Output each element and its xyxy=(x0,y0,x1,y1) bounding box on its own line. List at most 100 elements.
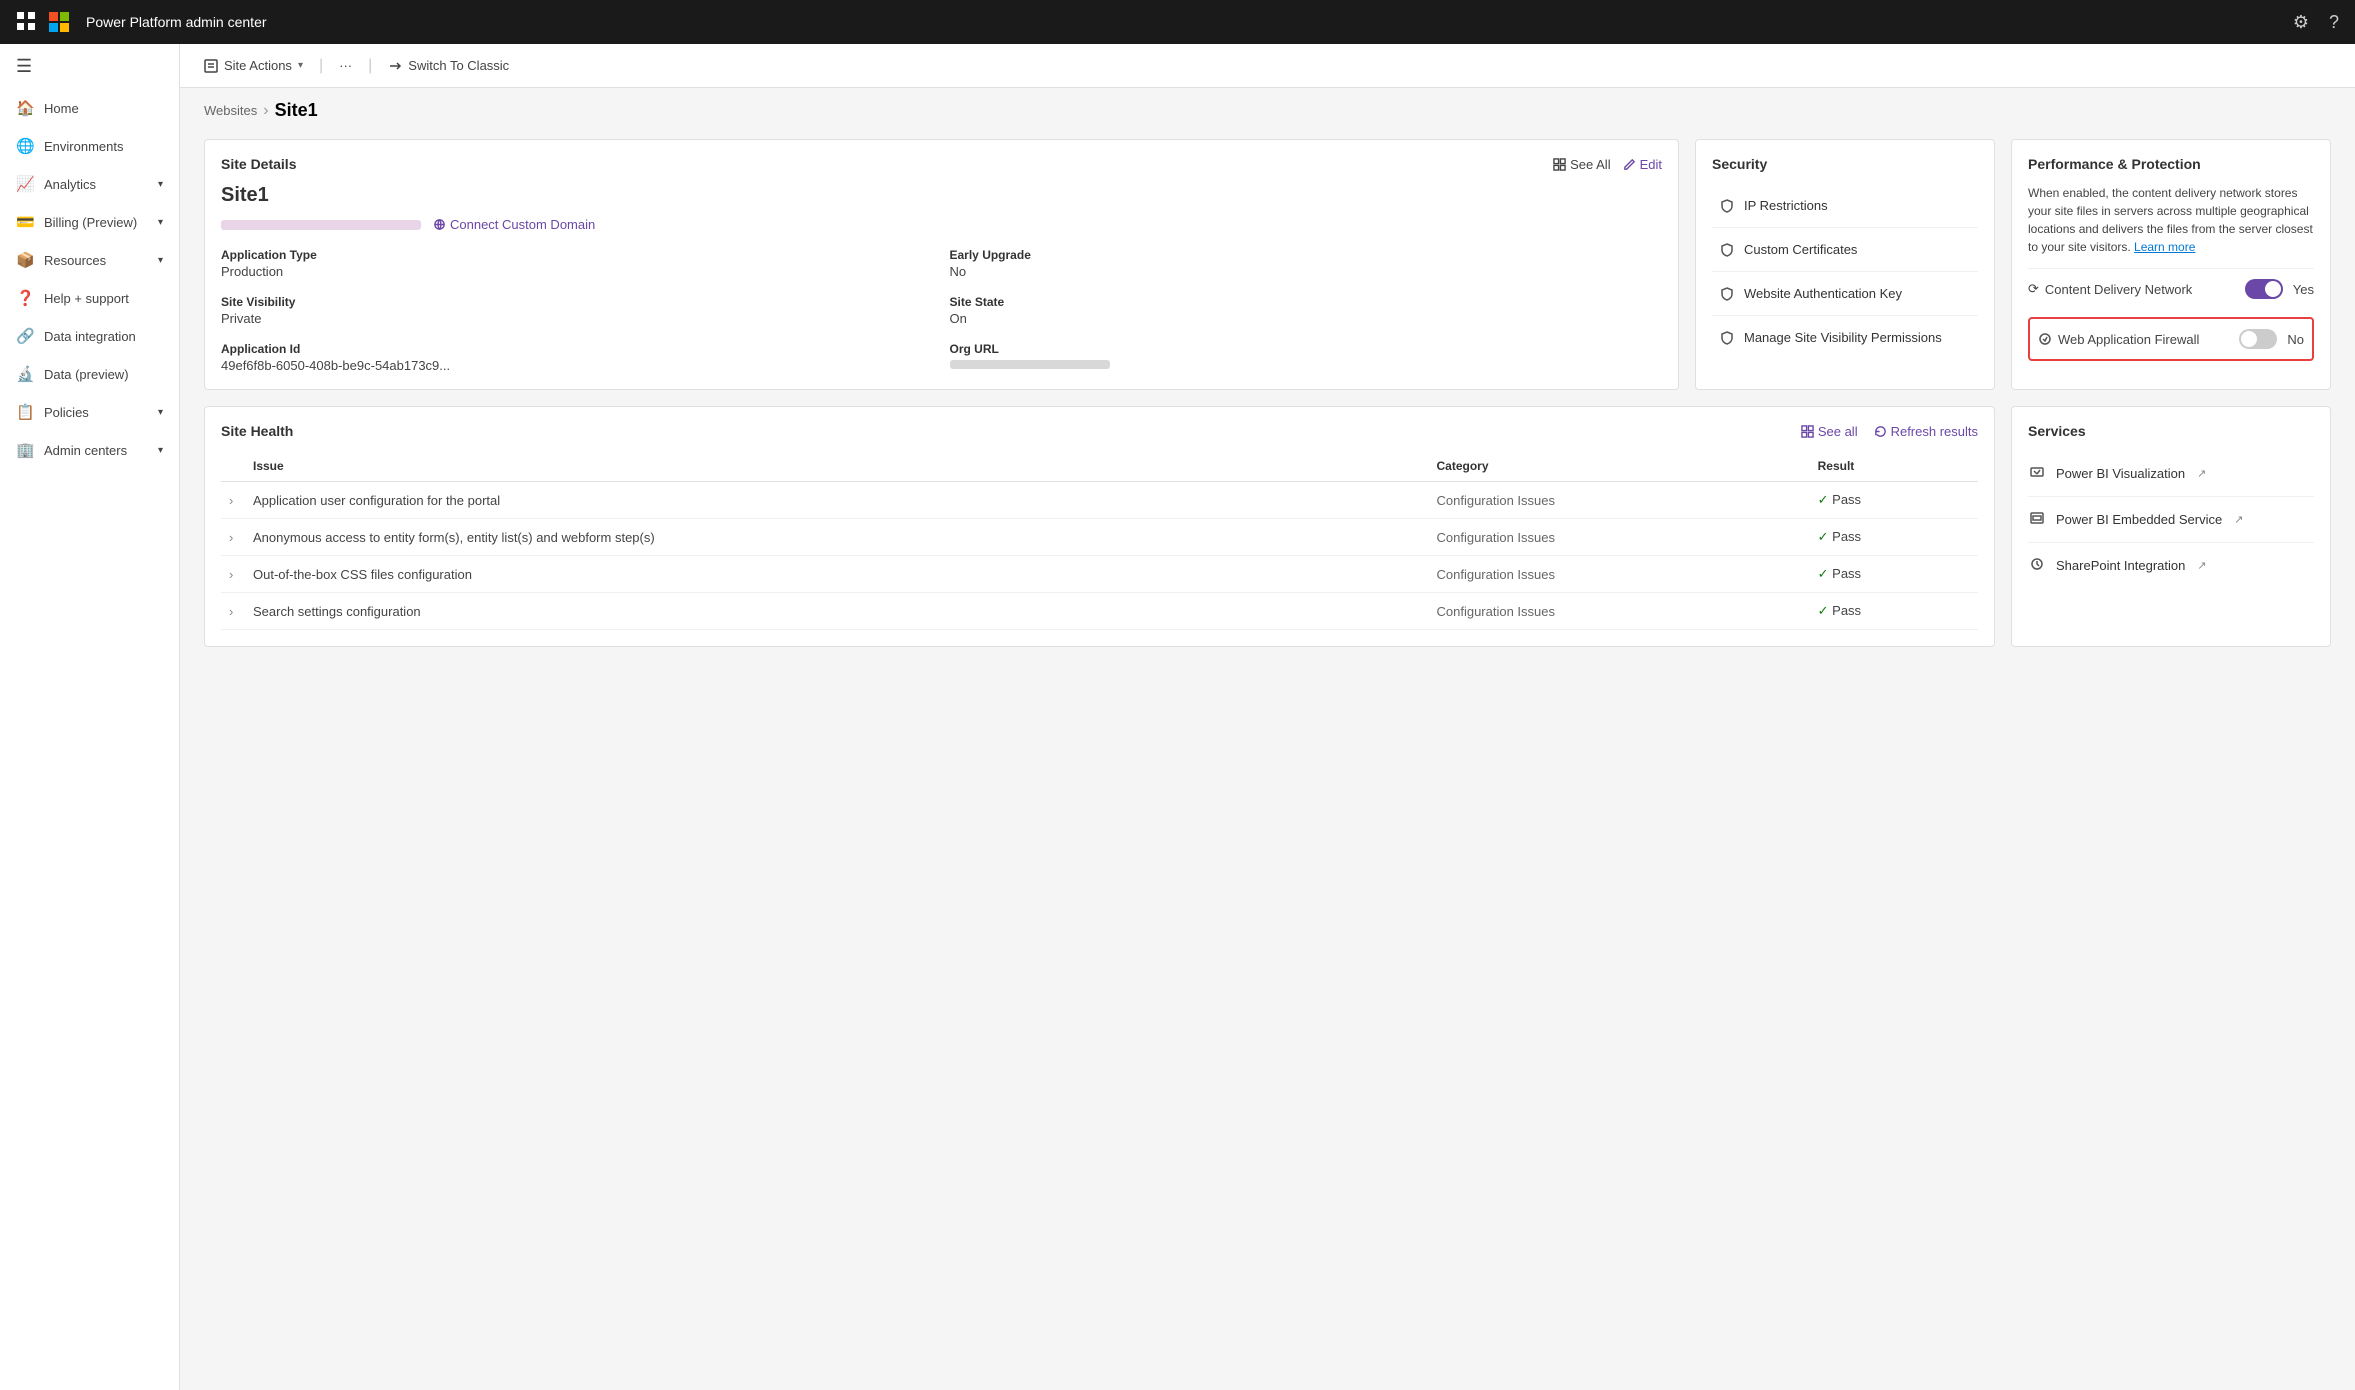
service-label: SharePoint Integration xyxy=(2056,558,2185,573)
cdn-label: ⟳ Content Delivery Network xyxy=(2028,281,2235,297)
col-result: Result xyxy=(1810,451,1978,482)
sidebar-icon: 📋 xyxy=(16,403,34,421)
waf-icon xyxy=(2038,332,2052,346)
sidebar-icon: 📦 xyxy=(16,251,34,269)
sidebar: ☰ 🏠 Home 🌐 Environments 📈 Analytics ▾ 💳 … xyxy=(0,44,180,1390)
detail-early-upgrade: Early Upgrade No xyxy=(950,248,1663,279)
sidebar-item-help--support[interactable]: ❓ Help + support xyxy=(0,279,179,317)
chevron-down-icon: ▾ xyxy=(158,217,163,228)
site-details-card: Site Details See All Edit S xyxy=(204,139,1679,390)
col-issue: Issue xyxy=(245,451,1428,482)
row-category: Configuration Issues xyxy=(1428,593,1809,630)
content-area: Site Details See All Edit S xyxy=(180,127,2355,1390)
sidebar-item-label: Resources xyxy=(44,253,106,268)
see-all-button[interactable]: See All xyxy=(1553,157,1610,172)
sidebar-item-label: Analytics xyxy=(44,177,96,192)
cdn-icon: ⟳ xyxy=(2028,281,2039,297)
detail-value-application-type: Production xyxy=(221,264,934,279)
switch-to-classic-button[interactable]: Switch To Classic xyxy=(388,58,509,73)
breadcrumb-parent[interactable]: Websites xyxy=(204,103,257,118)
refresh-results-button[interactable]: Refresh results xyxy=(1874,424,1978,439)
sidebar-item-environments[interactable]: 🌐 Environments xyxy=(0,127,179,165)
services-title: Services xyxy=(2028,423,2086,439)
sidebar-item-admin-centers[interactable]: 🏢 Admin centers ▾ xyxy=(0,431,179,469)
row-expand-icon[interactable]: › xyxy=(221,593,245,630)
sidebar-item-label: Policies xyxy=(44,405,89,420)
table-row[interactable]: › Out-of-the-box CSS files configuration… xyxy=(221,556,1978,593)
row-expand-icon[interactable]: › xyxy=(221,519,245,556)
security-item-label: Manage Site Visibility Permissions xyxy=(1744,330,1942,345)
site-actions-button[interactable]: Site Actions ▾ xyxy=(204,58,303,73)
learn-more-link[interactable]: Learn more xyxy=(2134,240,2195,254)
row-issue: Application user configuration for the p… xyxy=(245,482,1428,519)
settings-icon[interactable]: ⚙ xyxy=(2293,12,2309,33)
chevron-down-icon: ▾ xyxy=(158,179,163,190)
sidebar-item-label: Data integration xyxy=(44,329,136,344)
chevron-down-icon: ▾ xyxy=(158,407,163,418)
services-card: Services Power BI Visualization ↗ Power … xyxy=(2011,406,2331,647)
external-link-icon: ↗ xyxy=(2234,513,2243,526)
service-label: Power BI Embedded Service xyxy=(2056,512,2222,527)
row-category: Configuration Issues xyxy=(1428,519,1809,556)
table-row[interactable]: › Anonymous access to entity form(s), en… xyxy=(221,519,1978,556)
service-item-sharepoint-integration[interactable]: SharePoint Integration ↗ xyxy=(2028,543,2314,588)
site-health-see-all-button[interactable]: See all xyxy=(1801,424,1858,439)
grid-icon[interactable] xyxy=(16,11,36,34)
breadcrumb: Websites › Site1 xyxy=(180,88,2355,127)
detail-label-site-state: Site State xyxy=(950,295,1663,309)
sidebar-icon: 🏠 xyxy=(16,99,34,117)
security-item-custom-certificates[interactable]: Custom Certificates xyxy=(1712,228,1978,272)
sidebar-item-policies[interactable]: 📋 Policies ▾ xyxy=(0,393,179,431)
cdn-value: Yes xyxy=(2293,282,2314,297)
main-content: Site Actions ▾ | ··· | Switch To Classic… xyxy=(180,44,2355,1390)
sidebar-item-data-integration[interactable]: 🔗 Data integration xyxy=(0,317,179,355)
sidebar-menu-icon[interactable]: ☰ xyxy=(0,44,179,89)
waf-row: Web Application Firewall No xyxy=(2028,317,2314,361)
service-item-power-bi-embedded-service[interactable]: Power BI Embedded Service ↗ xyxy=(2028,497,2314,543)
service-icon xyxy=(2028,511,2046,528)
security-item-manage-site-visibility-permissions[interactable]: Manage Site Visibility Permissions xyxy=(1712,316,1978,359)
performance-card: Performance & Protection When enabled, t… xyxy=(2011,139,2331,390)
sidebar-item-data-preview[interactable]: 🔬 Data (preview) xyxy=(0,355,179,393)
sidebar-icon: 🏢 xyxy=(16,441,34,459)
cdn-toggle[interactable] xyxy=(2245,279,2283,299)
waf-toggle[interactable] xyxy=(2239,329,2277,349)
sidebar-item-billing-preview[interactable]: 💳 Billing (Preview) ▾ xyxy=(0,203,179,241)
sidebar-item-label: Data (preview) xyxy=(44,367,129,382)
security-item-ip-restrictions[interactable]: IP Restrictions xyxy=(1712,184,1978,228)
service-label: Power BI Visualization xyxy=(2056,466,2185,481)
row-result: ✓ Pass xyxy=(1810,482,1978,519)
sidebar-icon: 🔬 xyxy=(16,365,34,383)
security-item-icon xyxy=(1720,243,1734,257)
ms-logo xyxy=(48,11,70,33)
security-item-website-authentication-key[interactable]: Website Authentication Key xyxy=(1712,272,1978,316)
sidebar-item-label: Billing (Preview) xyxy=(44,215,137,230)
more-actions-button[interactable]: ··· xyxy=(339,58,352,73)
row-result: ✓ Pass xyxy=(1810,556,1978,593)
sidebar-icon: ❓ xyxy=(16,289,34,307)
table-row[interactable]: › Application user configuration for the… xyxy=(221,482,1978,519)
service-icon xyxy=(2028,557,2046,574)
detail-label-application-type: Application Type xyxy=(221,248,934,262)
sidebar-item-resources[interactable]: 📦 Resources ▾ xyxy=(0,241,179,279)
chevron-down-icon: ▾ xyxy=(158,255,163,266)
detail-label-application-id: Application Id xyxy=(221,342,934,356)
sidebar-item-analytics[interactable]: 📈 Analytics ▾ xyxy=(0,165,179,203)
row-result: ✓ Pass xyxy=(1810,593,1978,630)
topbar-title: Power Platform admin center xyxy=(86,14,267,30)
row-expand-icon[interactable]: › xyxy=(221,556,245,593)
service-item-power-bi-visualization[interactable]: Power BI Visualization ↗ xyxy=(2028,451,2314,497)
table-row[interactable]: › Search settings configuration Configur… xyxy=(221,593,1978,630)
row-category: Configuration Issues xyxy=(1428,556,1809,593)
detail-value-application-id: 49ef6f8b-6050-408b-be9c-54ab173c9... xyxy=(221,358,934,373)
site-health-title: Site Health xyxy=(221,423,293,439)
detail-application-type: Application Type Production xyxy=(221,248,934,279)
sidebar-item-label: Environments xyxy=(44,139,123,154)
connect-custom-domain-button[interactable]: Connect Custom Domain xyxy=(433,217,595,232)
edit-button[interactable]: Edit xyxy=(1623,157,1662,172)
help-icon[interactable]: ? xyxy=(2329,12,2339,33)
waf-value: No xyxy=(2287,332,2304,347)
sidebar-item-home[interactable]: 🏠 Home xyxy=(0,89,179,127)
row-expand-icon[interactable]: › xyxy=(221,482,245,519)
performance-title: Performance & Protection xyxy=(2028,156,2201,172)
